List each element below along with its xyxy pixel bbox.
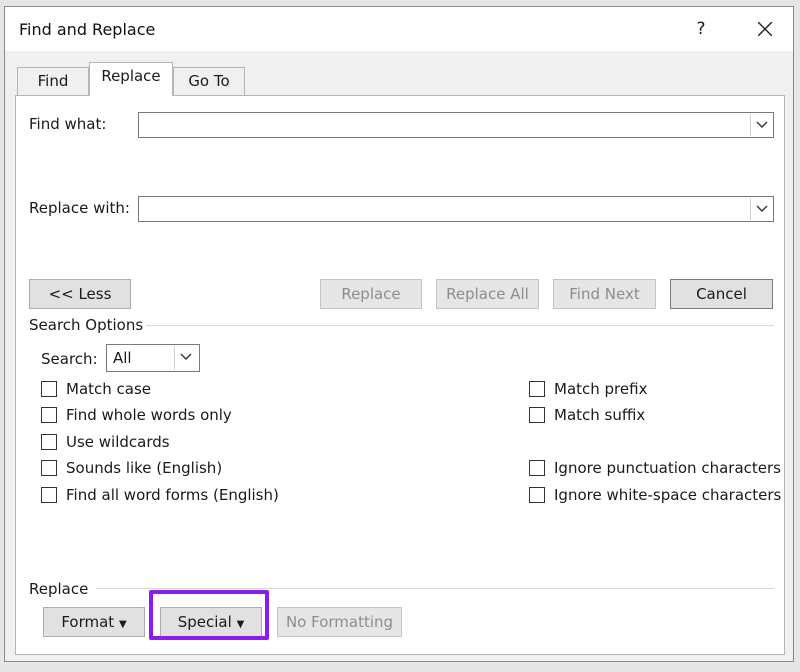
find-what-input[interactable] <box>138 112 774 138</box>
match-prefix-label: Match prefix <box>554 380 648 398</box>
chevron-down-icon <box>180 353 192 360</box>
sounds-like-label: Sounds like (English) <box>66 459 223 477</box>
checkbox-box[interactable] <box>41 487 57 503</box>
find-what-label: Find what: <box>29 115 107 133</box>
close-icon <box>758 22 772 36</box>
search-options-title: Search Options <box>29 316 144 334</box>
search-direction-value: All <box>113 349 132 367</box>
checkbox-box[interactable] <box>529 460 545 476</box>
ignore-punctuation-label: Ignore punctuation characters <box>554 459 781 477</box>
checkbox-box[interactable] <box>529 487 545 503</box>
search-label: Search: <box>41 350 98 368</box>
find-what-dropdown-button[interactable] <box>750 114 772 136</box>
no-formatting-button[interactable]: No Formatting <box>277 607 402 637</box>
help-button[interactable]: ? <box>683 13 719 45</box>
title-bar: Find and Replace ? <box>5 7 793 51</box>
replace-button[interactable]: Replace <box>320 279 422 309</box>
search-direction-select[interactable]: All <box>106 344 200 372</box>
close-button[interactable] <box>747 13 783 45</box>
search-direction-dropdown-button[interactable] <box>174 346 198 370</box>
checkbox-box[interactable] <box>529 381 545 397</box>
format-button-label: Format <box>61 613 115 631</box>
tab-replace[interactable]: Replace <box>89 62 173 96</box>
caret-down-icon: ▼ <box>118 619 127 630</box>
chevron-down-icon <box>756 205 768 212</box>
cancel-button[interactable]: Cancel <box>670 279 773 309</box>
find-next-button[interactable]: Find Next <box>553 279 656 309</box>
checkbox-box[interactable] <box>41 381 57 397</box>
special-button-highlight-box <box>149 590 269 640</box>
find-all-word-forms-label: Find all word forms (English) <box>66 486 279 504</box>
ignore-white-space-label: Ignore white-space characters <box>554 486 782 504</box>
match-suffix-label: Match suffix <box>554 406 646 424</box>
replace-section-divider <box>96 588 774 589</box>
replace-with-label: Replace with: <box>29 199 130 217</box>
find-replace-dialog: Find and Replace ? Find Replace Go To Fi… <box>4 6 794 662</box>
checkbox-box[interactable] <box>41 407 57 423</box>
tab-go-to[interactable]: Go To <box>173 67 245 95</box>
format-button[interactable]: Format ▼ <box>43 607 145 637</box>
find-whole-words-label: Find whole words only <box>66 406 232 424</box>
use-wildcards-label: Use wildcards <box>66 433 170 451</box>
search-options-divider <box>146 325 774 326</box>
checkbox-box[interactable] <box>529 407 545 423</box>
replace-with-dropdown-button[interactable] <box>750 198 772 220</box>
chevron-down-icon <box>756 121 768 128</box>
checkbox-box[interactable] <box>41 434 57 450</box>
replace-with-input[interactable] <box>138 196 774 222</box>
replace-section-title: Replace <box>29 580 89 598</box>
match-case-label: Match case <box>66 380 152 398</box>
less-button[interactable]: << Less <box>29 279 131 309</box>
replace-tab-panel: Find what: Replace with: << Less Replace… <box>15 95 785 655</box>
dialog-title: Find and Replace <box>19 20 156 39</box>
replace-all-button[interactable]: Replace All <box>436 279 539 309</box>
checkbox-box[interactable] <box>41 460 57 476</box>
tab-find[interactable]: Find <box>17 67 89 95</box>
